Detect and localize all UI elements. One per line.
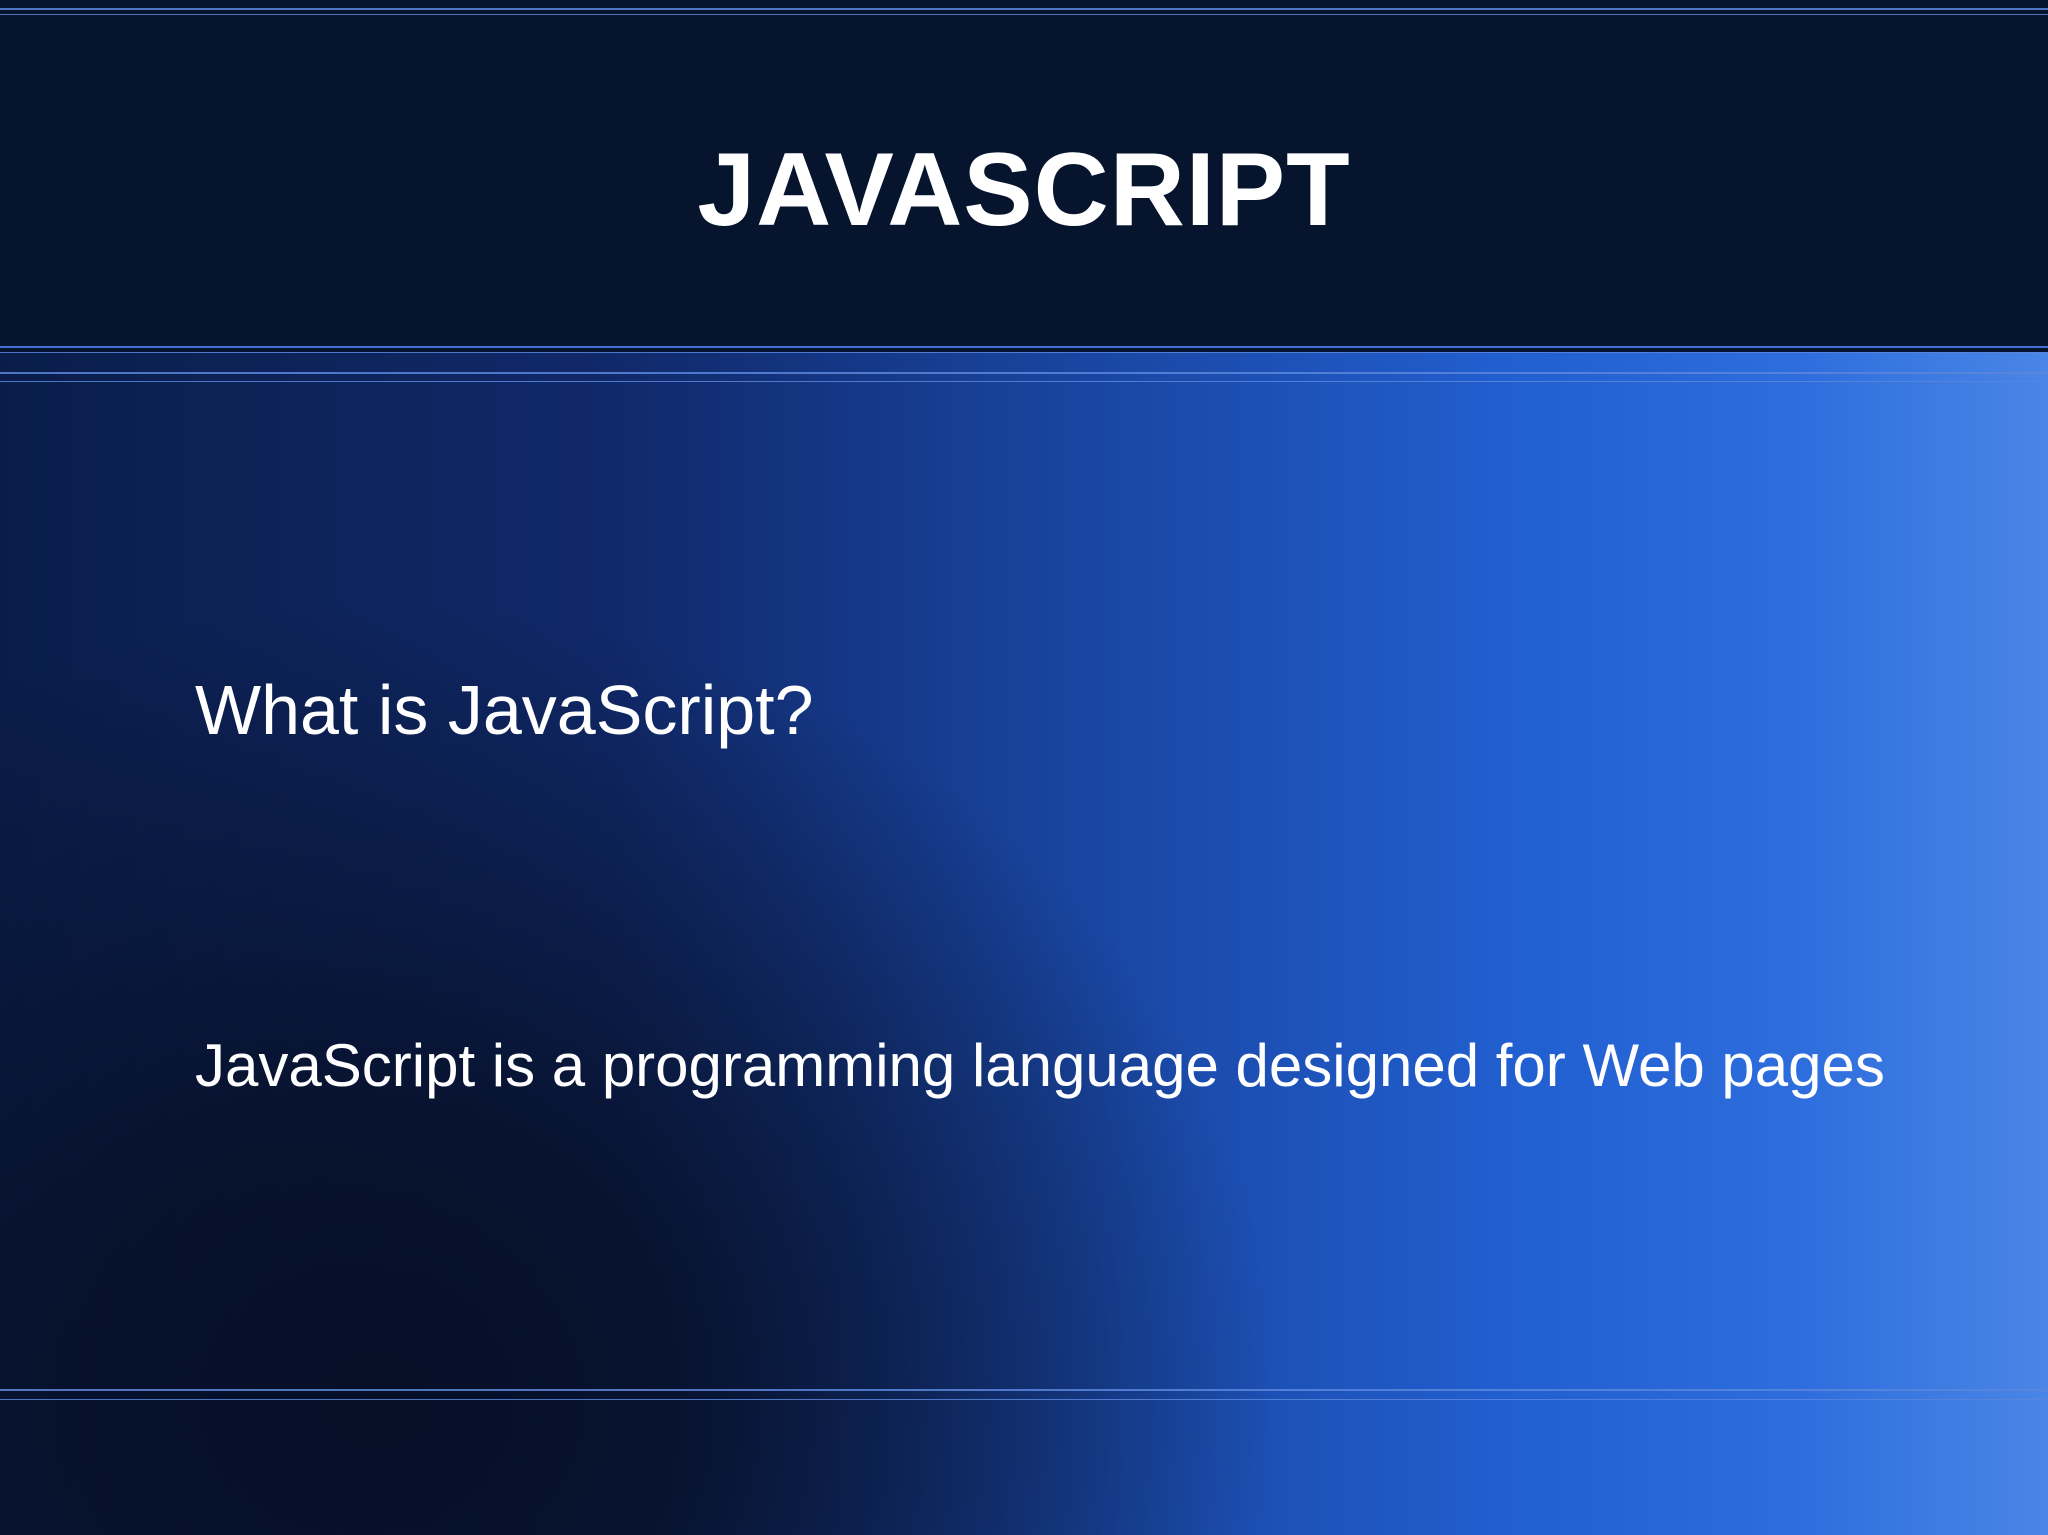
question-text: What is JavaScript?	[195, 671, 814, 749]
content-top-rule-thin	[0, 381, 2048, 382]
title-divider	[0, 346, 2048, 348]
title-divider-thin	[0, 352, 2048, 353]
slide: JAVASCRIPT What is JavaScript? JavaScrip…	[0, 0, 2048, 1535]
content-top-rule	[0, 372, 2048, 374]
bottom-rule	[0, 1389, 2048, 1391]
slide-title: JAVASCRIPT	[697, 132, 1351, 248]
bottom-rule-thin	[0, 1399, 2048, 1400]
top-rule	[0, 8, 2048, 10]
answer-text: JavaScript is a programming language des…	[195, 1032, 1885, 1099]
top-rule-thin	[0, 14, 2048, 15]
